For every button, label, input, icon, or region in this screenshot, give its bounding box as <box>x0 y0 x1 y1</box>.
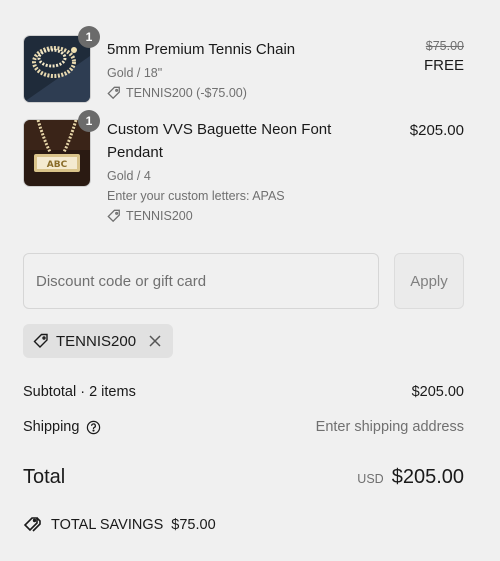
discount-code-input[interactable] <box>23 253 379 309</box>
total-amount: $205.00 <box>391 465 464 488</box>
quantity-badge: 1 <box>78 110 100 132</box>
item-discount: TENNIS200 <box>107 208 357 224</box>
svg-text:ABC: ABC <box>47 160 68 170</box>
subtotal-value: $205.00 <box>411 384 464 400</box>
line-item: ABC 1 Custom VVS Baguette Neon Font Pend… <box>23 110 464 229</box>
tags-icon <box>23 517 41 532</box>
order-summary: 1 5mm Premium Tennis Chain Gold / 18" TE… <box>0 0 500 561</box>
applied-discount-chip: TENNIS200 <box>23 324 174 358</box>
applied-code-label: TENNIS200 <box>56 332 137 350</box>
subtotal-label: Subtotal · 2 items <box>23 384 136 400</box>
product-variant: Gold / 18" <box>107 66 163 80</box>
shipping-row: Shipping Enter shipping address <box>23 417 464 437</box>
savings-value: $75.00 <box>171 517 216 533</box>
shipping-label: Shipping <box>23 419 80 435</box>
total-value-group: USD $205.00 <box>357 466 464 489</box>
total-savings: TOTAL SAVINGS $75.00 <box>23 516 216 534</box>
original-price: $75.00 <box>425 39 464 53</box>
close-icon[interactable] <box>147 333 163 349</box>
product-image-tennis-chain: 1 <box>23 26 100 103</box>
quantity-badge: 1 <box>78 26 100 48</box>
current-price: $205.00 <box>409 122 464 139</box>
item-price: $205.00 <box>410 119 464 142</box>
item-discount-label: TENNIS200 (-$75.00) <box>126 86 247 100</box>
item-details: Custom VVS Baguette Neon Font Pendant Go… <box>107 119 357 224</box>
tag-icon <box>107 86 120 100</box>
custom-letters-property: Enter your custom letters: APAS <box>107 189 285 203</box>
shipping-label-group: Shipping <box>23 419 101 435</box>
item-discount: TENNIS200 (-$75.00) <box>107 85 357 101</box>
subtotal-row: Subtotal · 2 items $205.00 <box>23 382 464 402</box>
product-name: 5mm Premium Tennis Chain <box>107 41 296 58</box>
currency-code: USD <box>357 471 384 486</box>
tag-icon <box>107 209 120 223</box>
question-circle-icon[interactable] <box>86 420 101 435</box>
item-discount-label: TENNIS200 <box>126 209 193 223</box>
savings-label: TOTAL SAVINGS <box>51 517 164 533</box>
item-price: $75.00 FREE <box>424 35 464 77</box>
product-image-pendant: ABC 1 <box>23 110 100 187</box>
current-price: FREE <box>423 57 464 74</box>
shipping-value: Enter shipping address <box>315 419 464 435</box>
line-item: 1 5mm Premium Tennis Chain Gold / 18" TE… <box>23 26 464 105</box>
product-variant: Gold / 4 <box>107 169 151 183</box>
total-row: Total USD $205.00 <box>23 463 464 491</box>
apply-button[interactable]: Apply <box>394 253 464 309</box>
product-name: Custom VVS Baguette Neon Font Pendant <box>107 121 332 161</box>
tag-icon <box>33 333 48 348</box>
item-details: 5mm Premium Tennis Chain Gold / 18" TENN… <box>107 35 357 101</box>
total-label: Total <box>23 465 66 488</box>
